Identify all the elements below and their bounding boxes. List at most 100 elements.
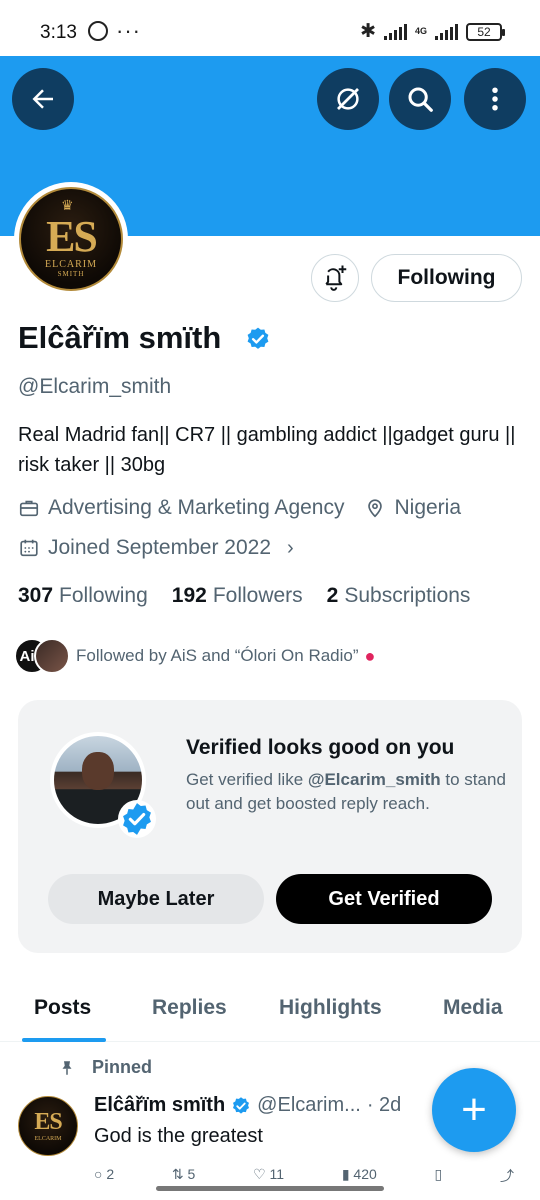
post-avatar-initials: ES <box>34 1109 62 1135</box>
arrow-left-icon <box>32 89 53 109</box>
verified-badge-icon <box>118 800 156 838</box>
bell-plus-icon <box>325 265 347 291</box>
post-author-name[interactable]: Elĉâřïm smïth <box>94 1094 225 1117</box>
avatar-surname: SMITH <box>57 270 85 278</box>
heart-icon: ♡ <box>253 1166 270 1182</box>
briefcase-icon <box>19 500 39 517</box>
post-text[interactable]: God is the greatest <box>94 1125 263 1148</box>
profile-bio: Real Madrid fan|| CR7 || gambling addict… <box>18 424 516 476</box>
followers-count: 192 <box>171 584 207 607</box>
active-tab-indicator <box>22 1038 106 1042</box>
post-time: · 2d <box>366 1094 402 1116</box>
chevron-right-icon: › <box>287 536 294 559</box>
joined-date: Joined September 2022 <box>48 536 271 559</box>
followed-by-avatars: AiS <box>14 638 70 674</box>
promo-desc-handle: @Elcarim_smith <box>307 770 441 789</box>
following-button[interactable]: Following <box>371 254 522 302</box>
more-button[interactable] <box>464 68 526 130</box>
profile-handle: @Elcarim_smith <box>18 375 172 398</box>
post-author-handle: @Elcarim... <box>257 1094 361 1116</box>
repost-count: 5 <box>187 1166 196 1182</box>
home-indicator[interactable] <box>156 1186 384 1191</box>
promo-title: Verified looks good on you <box>186 736 455 759</box>
views-icon: ▮ <box>341 1166 354 1182</box>
reply-count: 2 <box>106 1166 115 1182</box>
followed-by-text: Followed by AiS and “Ólori On Radio” <box>76 646 359 665</box>
bluetooth-icon: ✱ <box>360 21 376 42</box>
avatar-name: ELCARIM <box>45 259 97 270</box>
promo-desc-prefix: Get verified like <box>186 770 308 789</box>
search-button[interactable] <box>389 68 451 130</box>
tab-highlights[interactable]: Highlights <box>279 996 382 1020</box>
plus-icon: + <box>461 1085 487 1134</box>
network-type: 4G <box>414 26 427 36</box>
status-bar: 3:13 ··· ✱ 4G 52 <box>0 0 540 56</box>
following-stat[interactable]: 307 Following <box>18 584 148 608</box>
grok-icon <box>337 88 359 110</box>
profile-category[interactable]: Advertising & Marketing Agency <box>48 496 344 520</box>
reply-button[interactable]: ○ 2 <box>94 1166 114 1186</box>
verified-promo-card: Verified looks good on you Get verified … <box>18 700 522 953</box>
profile-tabs: Posts Replies Highlights Media <box>0 980 540 1042</box>
repost-button[interactable]: ⇅ 5 <box>172 1166 195 1186</box>
more-notifications-icon: ··· <box>116 18 141 43</box>
view-count: 420 <box>353 1166 377 1182</box>
pin-icon <box>62 1060 72 1075</box>
tab-posts[interactable]: Posts <box>34 996 91 1020</box>
avatar-initials: ES <box>46 212 98 261</box>
compose-button[interactable]: + <box>432 1068 516 1152</box>
status-icons: ✱ 4G 52 <box>360 20 505 43</box>
followers-label: Followers <box>212 584 303 607</box>
signal-icon <box>383 23 407 40</box>
status-time: 3:13 <box>40 22 77 43</box>
tab-replies[interactable]: Replies <box>152 996 227 1020</box>
profile-avatar[interactable]: ♛ ES ELCARIM SMITH <box>14 182 128 296</box>
promo-description: Get verified like @Elcarim_smith to stan… <box>186 768 506 816</box>
reply-icon: ○ <box>94 1166 107 1182</box>
like-button[interactable]: ♡ 11 <box>253 1166 284 1186</box>
avatar-logo: ♛ ES ELCARIM SMITH <box>19 187 123 291</box>
bookmark-icon[interactable]: ▯ <box>435 1166 443 1186</box>
like-count: 11 <box>269 1166 285 1182</box>
subscriptions-count: 2 <box>326 584 339 607</box>
following-label: Following <box>59 584 148 607</box>
calendar-icon <box>20 539 38 557</box>
tab-media[interactable]: Media <box>443 996 503 1020</box>
pinned-label: Pinned <box>92 1057 153 1077</box>
following-count: 307 <box>18 584 54 607</box>
display-name: Elĉâřïm smïth <box>18 320 222 355</box>
subscriptions-label: Subscriptions <box>344 584 471 607</box>
post-header: Elĉâřïm smïth @Elcarim... · 2d <box>94 1094 401 1117</box>
share-icon[interactable]: ⤴ <box>500 1166 514 1186</box>
search-icon <box>408 87 433 112</box>
views-button[interactable]: ▮ 420 <box>342 1166 377 1186</box>
get-verified-button[interactable]: Get Verified <box>276 874 492 924</box>
post-avatar[interactable]: ES ELCARIM <box>18 1096 78 1156</box>
followed-by-row[interactable]: AiS Followed by AiS and “Ólori On Radio”… <box>14 638 375 674</box>
maybe-later-button[interactable]: Maybe Later <box>48 874 264 924</box>
profile-location: Nigeria <box>394 496 462 519</box>
followers-stat[interactable]: 192 Followers <box>172 584 303 608</box>
balloon-icon: ● <box>364 645 376 666</box>
pinned-label-row: Pinned <box>58 1057 152 1078</box>
signal-icon-2 <box>435 23 458 40</box>
location-pin-icon <box>368 499 383 518</box>
profile-location-group: Nigeria <box>364 496 461 520</box>
follower-avatar-2 <box>34 638 70 674</box>
grok-button[interactable] <box>317 68 379 130</box>
post-avatar-name: ELCARIM <box>34 1136 62 1142</box>
notifications-bell-button[interactable] <box>311 254 359 302</box>
profile-stats: 307 Following 192 Followers 2 Subscriptions <box>18 584 494 608</box>
battery-icon: 52 <box>466 22 505 41</box>
more-vertical-icon <box>492 87 498 111</box>
post-actions: ○ 2 ⇅ 5 ♡ 11 ▮ 420 ▯ ⤴ <box>94 1166 514 1186</box>
back-button[interactable] <box>12 68 74 130</box>
subscriptions-stat[interactable]: 2 Subscriptions <box>327 584 471 608</box>
verified-badge-icon <box>233 1096 250 1114</box>
whatsapp-icon <box>88 21 108 41</box>
repost-icon: ⇅ <box>171 1166 188 1182</box>
joined-row[interactable]: Joined September 2022 › <box>18 536 294 560</box>
verified-badge-icon <box>247 327 269 349</box>
profile-meta-row: Advertising & Marketing Agency Nigeria <box>18 496 461 520</box>
promo-avatar-face <box>82 752 114 790</box>
